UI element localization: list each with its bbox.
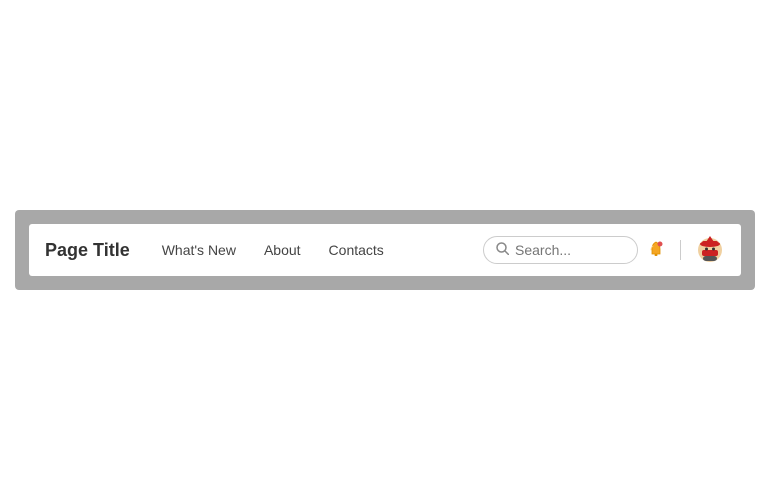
- bell-wrapper[interactable]: [646, 240, 666, 260]
- search-container[interactable]: [483, 236, 638, 264]
- avatar-icon[interactable]: [695, 235, 725, 265]
- nav-item-about[interactable]: About: [264, 242, 301, 258]
- divider: [680, 240, 681, 260]
- navbar: Page Title What's New About Contacts: [29, 224, 741, 276]
- nav-item-whats-new[interactable]: What's New: [162, 242, 236, 258]
- nav-links: What's New About Contacts: [162, 242, 483, 258]
- search-icon: [496, 242, 509, 258]
- nav-right: [483, 235, 725, 265]
- bell-icon: [646, 240, 666, 260]
- outer-wrapper: Page Title What's New About Contacts: [15, 210, 755, 290]
- avatar-image: [696, 236, 724, 264]
- nav-item-contacts[interactable]: Contacts: [329, 242, 384, 258]
- search-input[interactable]: [515, 242, 625, 258]
- page-title: Page Title: [45, 240, 130, 261]
